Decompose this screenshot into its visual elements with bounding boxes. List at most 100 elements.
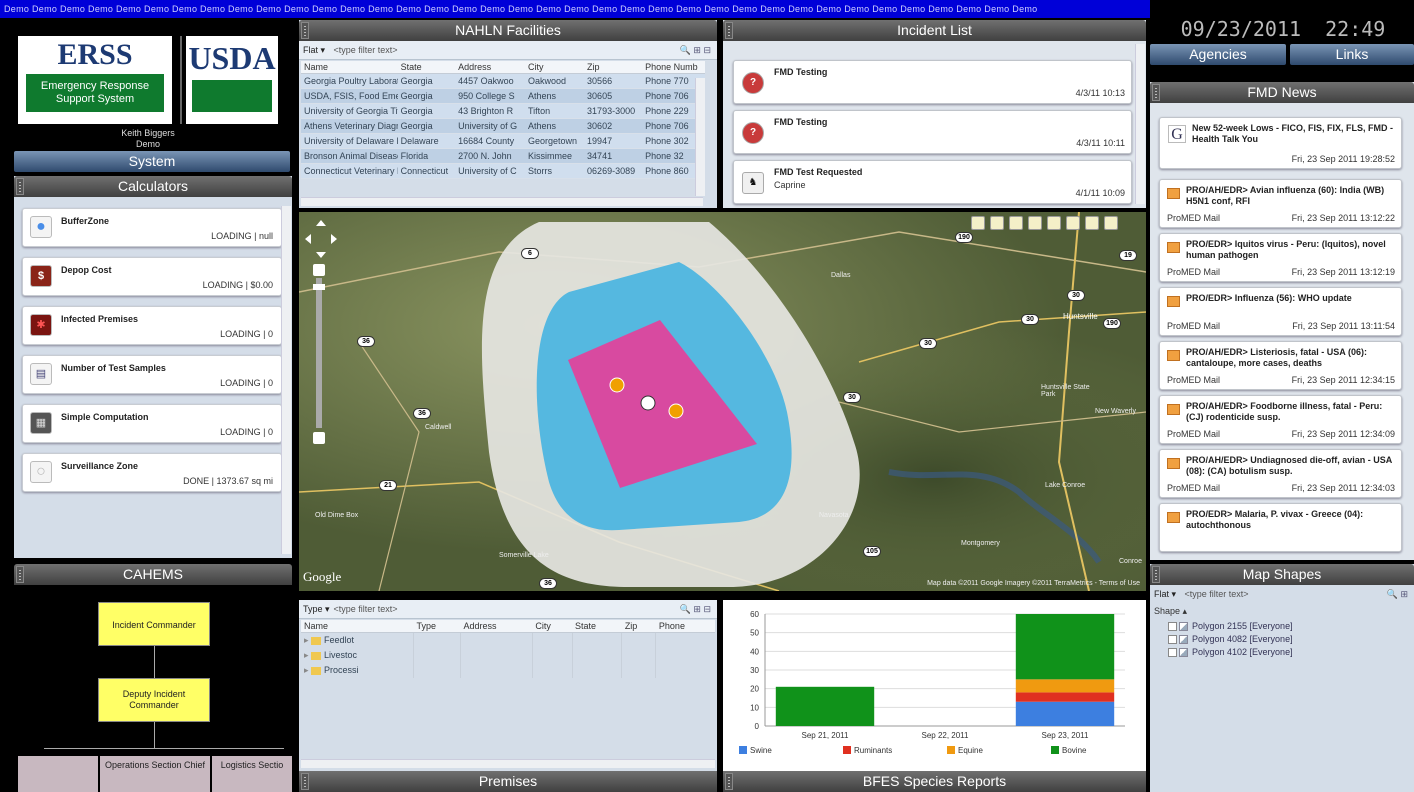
incident-card[interactable]: ? FMD Testing 4/3/11 10:11 (733, 110, 1132, 154)
drag-handle-icon[interactable] (725, 773, 733, 790)
bfes-header[interactable]: BFES Species Reports (723, 771, 1146, 792)
org-box-blank[interactable] (18, 756, 98, 792)
table-row[interactable]: USDA, FSIS, Food EmergencGeorgia950 Coll… (301, 88, 705, 104)
map-attribution[interactable]: Map data ©2011 Google Imagery ©2011 Terr… (927, 580, 1140, 587)
calculator-card[interactable]: ○ Surveillance Zone DONE | 1373.67 sq mi (22, 453, 282, 492)
shapes-filter-input[interactable]: <type filter text> (1185, 585, 1249, 604)
incident-card[interactable]: ? FMD Testing 4/3/11 10:13 (733, 60, 1132, 104)
legend-label[interactable]: Bovine (1062, 746, 1087, 755)
table-row[interactable]: ▸ Livestoc (301, 648, 715, 663)
cahems-header[interactable]: CAHEMS (14, 564, 292, 585)
news-item[interactable]: PRO/AH/EDR> Avian influenza (60): India … (1159, 179, 1402, 228)
column-header[interactable]: Phone (655, 620, 715, 633)
news-item[interactable]: PRO/EDR> Malaria, P. vivax - Greece (04)… (1159, 503, 1402, 552)
news-item[interactable]: PRO/AH/EDR> Listeriosis, fatal - USA (06… (1159, 341, 1402, 390)
expand-icon[interactable]: ▸ (304, 650, 311, 660)
pan-tool-icon[interactable] (1104, 216, 1118, 230)
news-item[interactable]: PRO/AH/EDR> Foodborne illness, fatal - P… (1159, 395, 1402, 444)
legend-label[interactable]: Equine (958, 746, 983, 755)
premises-filter-input[interactable]: <type filter text> (334, 600, 398, 619)
table-row[interactable]: Bronson Animal Disease DiaFlorida2700 N.… (301, 148, 705, 164)
shape-row[interactable]: Polygon 2155 [Everyone] (1168, 620, 1410, 633)
drag-handle-icon[interactable] (1152, 84, 1160, 101)
premises-hscrollbar[interactable] (301, 759, 715, 768)
edit-icon[interactable] (1028, 216, 1042, 230)
legend-label[interactable]: Swine (750, 746, 772, 755)
premises-header[interactable]: Premises (299, 771, 717, 792)
shape-checkbox[interactable] (1168, 635, 1177, 645)
bar-equine[interactable] (1015, 679, 1115, 693)
drag-handle-icon[interactable] (1152, 566, 1160, 583)
measure-icon[interactable] (1066, 216, 1080, 230)
drag-handle-icon[interactable] (16, 178, 24, 195)
bar-bovine[interactable] (1015, 614, 1115, 680)
calculators-scrollbar[interactable] (281, 206, 291, 554)
zoom-in-icon[interactable] (313, 264, 325, 276)
table-row[interactable]: ▸ Feedlot (301, 632, 715, 648)
table-row[interactable]: University of Georgia Tifton VGeorgia43 … (301, 103, 705, 119)
column-header[interactable]: Name (301, 620, 414, 633)
table-row[interactable]: Athens Veterinary DiagnosticGeorgiaUnive… (301, 118, 705, 134)
collapse-all-icon[interactable]: ⊟ (703, 45, 711, 55)
system-button[interactable]: System (14, 151, 290, 172)
pencil-icon[interactable] (971, 216, 985, 230)
expand-all-icon[interactable]: ⊞ (693, 604, 701, 614)
incident-header[interactable]: Incident List (723, 20, 1146, 41)
column-header[interactable]: Name (301, 61, 398, 74)
expand-all-icon[interactable]: ⊞ (1400, 589, 1408, 599)
shapes-column-header[interactable]: Shape ▴ (1154, 606, 1187, 617)
column-header[interactable]: Phone Numb (642, 61, 705, 74)
map-view[interactable]: 6 190 19 30 30 190 30 36 36 30 21 105 36… (299, 212, 1146, 591)
diamond-icon[interactable] (1085, 216, 1099, 230)
shape-checkbox[interactable] (1168, 622, 1177, 632)
collapse-all-icon[interactable]: ⊟ (703, 604, 711, 614)
calculators-header[interactable]: Calculators (14, 176, 292, 197)
incident-scrollbar[interactable] (1135, 44, 1145, 204)
map-canvas[interactable] (299, 212, 1146, 591)
layers-icon[interactable] (990, 216, 1004, 230)
drag-handle-icon[interactable] (16, 566, 24, 583)
incident-card[interactable]: ♞ FMD Test Requested Caprine 4/1/11 10:09 (733, 160, 1132, 204)
zoom-slider[interactable] (316, 278, 322, 428)
shapes-mode-select[interactable]: Flat ▾ (1154, 585, 1182, 604)
news-item[interactable]: PRO/AH/EDR> Undiagnosed die-off, avian -… (1159, 449, 1402, 498)
search-icon[interactable]: 🔍 (680, 45, 691, 55)
column-header[interactable]: Zip (584, 61, 643, 74)
nahln-scrollbar[interactable] (695, 78, 705, 196)
table-row[interactable]: University of Delaware LashiDelaware1668… (301, 133, 705, 149)
nahln-header[interactable]: NAHLN Facilities (299, 20, 717, 41)
incident-marker[interactable] (640, 395, 656, 411)
column-header[interactable]: State (397, 61, 456, 74)
bar-bovine[interactable] (775, 686, 875, 726)
zoom-out-icon[interactable] (313, 432, 325, 444)
expand-icon[interactable]: ▸ (304, 635, 311, 645)
agencies-button[interactable]: Agencies (1150, 44, 1286, 65)
table-row[interactable]: Georgia Poultry Laboratory NGeorgia4457 … (301, 73, 705, 89)
org-box-deputy[interactable]: Deputy Incident Commander (98, 678, 210, 722)
calculator-card[interactable]: ▤ Number of Test Samples LOADING | 0 (22, 355, 282, 394)
fmd-news-header[interactable]: FMD News (1150, 82, 1414, 103)
news-item[interactable]: PRO/EDR> Iquitos virus - Peru: (Iquitos)… (1159, 233, 1402, 282)
column-header[interactable]: Address (460, 620, 533, 633)
column-header[interactable]: City (524, 61, 585, 74)
calculator-card[interactable]: ✱ Infected Premises LOADING | 0 (22, 306, 282, 345)
legend-label[interactable]: Ruminants (854, 746, 892, 755)
nahln-filter-input[interactable]: <type filter text> (334, 41, 398, 60)
zoom-slider-handle[interactable] (313, 284, 325, 290)
calculator-card[interactable]: $ Depop Cost LOADING | $0.00 (22, 257, 282, 296)
expand-icon[interactable]: ▸ (304, 665, 311, 675)
bar-ruminants[interactable] (1015, 692, 1115, 702)
shape-checkbox[interactable] (1168, 648, 1177, 658)
search-icon[interactable]: 🔍 (680, 604, 691, 614)
calculator-card[interactable]: ▦ Simple Computation LOADING | 0 (22, 404, 282, 443)
calculator-card[interactable]: ● BufferZone LOADING | null (22, 208, 282, 247)
column-header[interactable]: State (572, 620, 622, 633)
shape-row[interactable]: Polygon 4082 [Everyone] (1168, 633, 1410, 646)
news-item[interactable]: PRO/EDR> Influenza (56): WHO update ProME… (1159, 287, 1402, 336)
column-header[interactable]: Zip (621, 620, 656, 633)
expand-all-icon[interactable]: ⊞ (693, 45, 701, 55)
table-row[interactable]: ▸ Processi (301, 663, 715, 678)
bar-swine[interactable] (1015, 701, 1115, 726)
column-header[interactable]: Address (455, 61, 525, 74)
line-tool-icon[interactable] (1047, 216, 1061, 230)
